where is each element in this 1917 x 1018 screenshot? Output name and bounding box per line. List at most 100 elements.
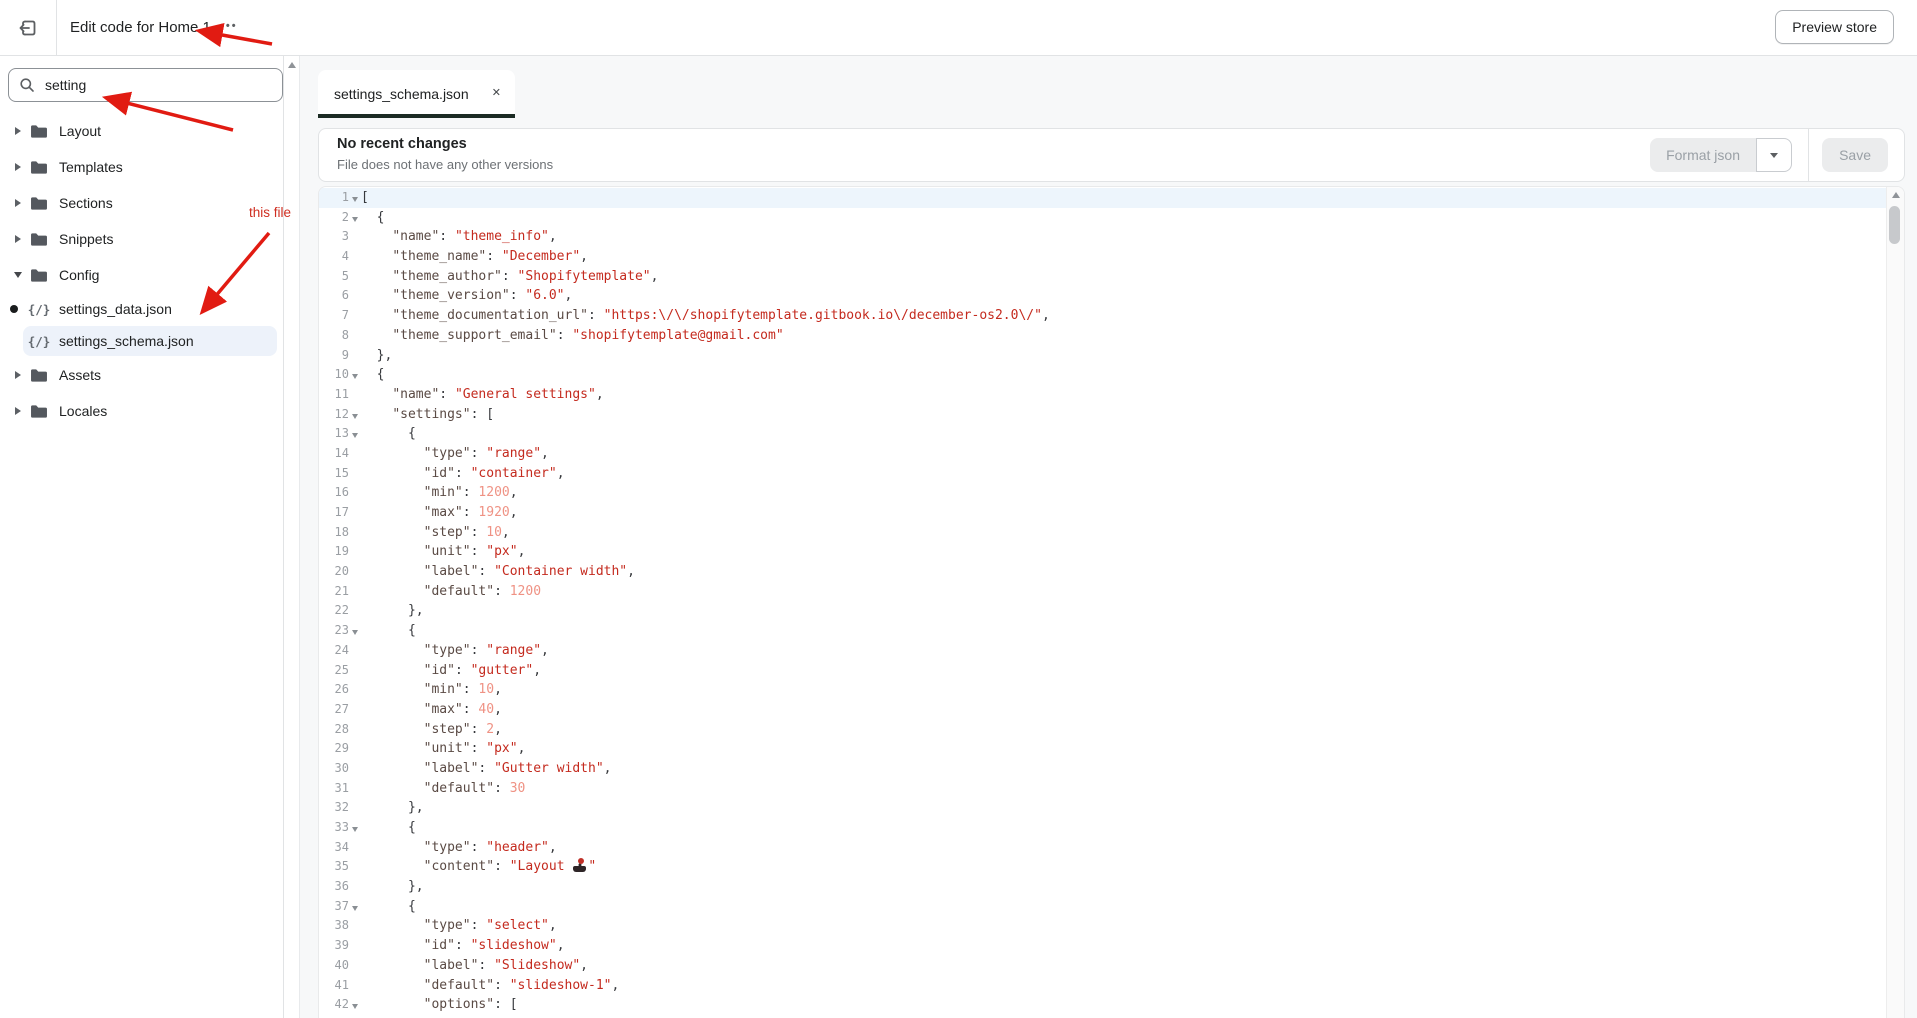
code-text[interactable]: "max": 1920, bbox=[361, 503, 1886, 523]
fold-toggle-icon[interactable] bbox=[352, 414, 358, 419]
code-line: 33 { bbox=[319, 818, 1886, 838]
code-line: 41 "default": "slideshow-1", bbox=[319, 976, 1886, 996]
more-actions-button[interactable]: ••• bbox=[220, 20, 238, 32]
exit-editor-button[interactable] bbox=[0, 0, 57, 55]
chevron-right-icon[interactable] bbox=[12, 235, 24, 243]
sidebar-item-config[interactable]: Config bbox=[0, 257, 283, 293]
format-json-button[interactable]: Format json bbox=[1650, 138, 1756, 172]
code-text[interactable]: "label": "Container width", bbox=[361, 562, 1886, 582]
code-text[interactable]: "label": "Slideshow", bbox=[361, 956, 1886, 976]
code-text[interactable]: "theme_name": "December", bbox=[361, 247, 1886, 267]
line-number: 9 bbox=[319, 346, 349, 366]
code-text[interactable]: "theme_version": "6.0", bbox=[361, 286, 1886, 306]
chevron-down-icon[interactable] bbox=[12, 272, 24, 278]
code-text[interactable]: "default": 30 bbox=[361, 779, 1886, 799]
code-line: 23 { bbox=[319, 621, 1886, 641]
version-status-subtitle: File does not have any other versions bbox=[337, 157, 553, 172]
code-text[interactable]: "unit": "px", bbox=[361, 542, 1886, 562]
sidebar-item-settings-data-json[interactable]: {/}settings_data.json bbox=[0, 293, 283, 325]
code-text[interactable]: "id": "container", bbox=[361, 464, 1886, 484]
fold-toggle-icon[interactable] bbox=[352, 217, 358, 222]
code-text[interactable]: "content": "Layout " bbox=[361, 857, 1886, 877]
chevron-right-icon[interactable] bbox=[12, 371, 24, 379]
code-line: 8 "theme_support_email": "shopifytemplat… bbox=[319, 326, 1886, 346]
tab-close-icon[interactable]: ✕ bbox=[490, 84, 503, 101]
chevron-right-icon[interactable] bbox=[12, 407, 24, 415]
annotation-this-file-label: this file bbox=[249, 205, 291, 220]
fold-toggle-icon[interactable] bbox=[352, 1004, 358, 1009]
code-text[interactable]: "type": "select", bbox=[361, 916, 1886, 936]
code-text[interactable]: { bbox=[361, 818, 1886, 838]
line-number: 23 bbox=[319, 621, 349, 641]
save-button[interactable]: Save bbox=[1822, 138, 1888, 172]
code-line: 39 "id": "slideshow", bbox=[319, 936, 1886, 956]
sidebar-item-settings-schema-json[interactable]: {/}settings_schema.json bbox=[0, 325, 283, 357]
tab-settings-schema[interactable]: settings_schema.json ✕ bbox=[318, 70, 515, 118]
code-text[interactable]: "default": "slideshow-1", bbox=[361, 976, 1886, 996]
code-text[interactable]: "min": 10, bbox=[361, 680, 1886, 700]
code-text[interactable]: "name": "theme_info", bbox=[361, 227, 1886, 247]
code-text[interactable]: "unit": "px", bbox=[361, 739, 1886, 759]
sidebar-item-snippets[interactable]: Snippets bbox=[0, 221, 283, 257]
fold-toggle-icon[interactable] bbox=[352, 374, 358, 379]
code-text[interactable]: "theme_documentation_url": "https:\/\/sh… bbox=[361, 306, 1886, 326]
line-number: 3 bbox=[319, 227, 349, 247]
editor-scrollbar[interactable] bbox=[1886, 187, 1904, 1018]
code-text[interactable]: "id": "gutter", bbox=[361, 661, 1886, 681]
code-text[interactable]: { bbox=[361, 897, 1886, 917]
sidebar-item-label: Assets bbox=[59, 367, 101, 383]
file-search-box[interactable] bbox=[8, 68, 283, 102]
code-text[interactable]: "name": "General settings", bbox=[361, 385, 1886, 405]
code-text[interactable]: "id": "slideshow", bbox=[361, 936, 1886, 956]
json-file-icon: {/} bbox=[28, 334, 50, 349]
sidebar-item-sections[interactable]: Sections bbox=[0, 185, 283, 221]
code-text[interactable]: "label": "Gutter width", bbox=[361, 759, 1886, 779]
code-text[interactable]: "options": [ bbox=[361, 995, 1886, 1015]
preview-store-button[interactable]: Preview store bbox=[1775, 10, 1894, 44]
folder-icon bbox=[28, 368, 50, 383]
code-text[interactable]: }, bbox=[361, 877, 1886, 897]
format-json-dropdown-button[interactable] bbox=[1756, 138, 1792, 172]
code-text[interactable]: "min": 1200, bbox=[361, 483, 1886, 503]
line-number: 36 bbox=[319, 877, 349, 897]
fold-toggle-icon[interactable] bbox=[352, 827, 358, 832]
code-text[interactable]: { bbox=[361, 621, 1886, 641]
code-line: 4 "theme_name": "December", bbox=[319, 247, 1886, 267]
sidebar-item-locales[interactable]: Locales bbox=[0, 393, 283, 429]
code-text[interactable]: { bbox=[361, 424, 1886, 444]
code-line: 31 "default": 30 bbox=[319, 779, 1886, 799]
chevron-right-icon[interactable] bbox=[12, 163, 24, 171]
search-input[interactable] bbox=[43, 76, 247, 94]
code-text[interactable]: "theme_support_email": "shopifytemplate@… bbox=[361, 326, 1886, 346]
code-text[interactable]: "theme_author": "Shopifytemplate", bbox=[361, 267, 1886, 287]
sidebar-item-layout[interactable]: Layout bbox=[0, 113, 283, 149]
code-text[interactable]: "max": 40, bbox=[361, 700, 1886, 720]
code-text[interactable]: [ bbox=[361, 188, 1886, 208]
code-text[interactable]: "default": 1200 bbox=[361, 582, 1886, 602]
code-text[interactable]: "type": "range", bbox=[361, 444, 1886, 464]
code-editor[interactable]: 1[2 {3 "name": "theme_info",4 "theme_nam… bbox=[318, 186, 1905, 1018]
page-title: Edit code for Home 1 bbox=[70, 0, 211, 55]
code-text[interactable]: "type": "header", bbox=[361, 838, 1886, 858]
sidebar-item-label: Sections bbox=[59, 195, 113, 211]
sidebar-scrollbar[interactable] bbox=[284, 56, 300, 1018]
fold-toggle-icon[interactable] bbox=[352, 197, 358, 202]
code-line: 30 "label": "Gutter width", bbox=[319, 759, 1886, 779]
code-text[interactable]: }, bbox=[361, 346, 1886, 366]
code-text[interactable]: { bbox=[361, 208, 1886, 228]
scrollbar-thumb[interactable] bbox=[1889, 206, 1900, 244]
chevron-right-icon[interactable] bbox=[12, 127, 24, 135]
code-text[interactable]: "type": "range", bbox=[361, 641, 1886, 661]
code-text[interactable]: }, bbox=[361, 798, 1886, 818]
fold-toggle-icon[interactable] bbox=[352, 906, 358, 911]
code-text[interactable]: "step": 10, bbox=[361, 523, 1886, 543]
sidebar-item-assets[interactable]: Assets bbox=[0, 357, 283, 393]
fold-toggle-icon[interactable] bbox=[352, 433, 358, 438]
code-text[interactable]: "step": 2, bbox=[361, 720, 1886, 740]
fold-toggle-icon[interactable] bbox=[352, 630, 358, 635]
code-text[interactable]: { bbox=[361, 365, 1886, 385]
code-text[interactable]: "settings": [ bbox=[361, 405, 1886, 425]
sidebar-item-templates[interactable]: Templates bbox=[0, 149, 283, 185]
chevron-right-icon[interactable] bbox=[12, 199, 24, 207]
code-text[interactable]: }, bbox=[361, 601, 1886, 621]
